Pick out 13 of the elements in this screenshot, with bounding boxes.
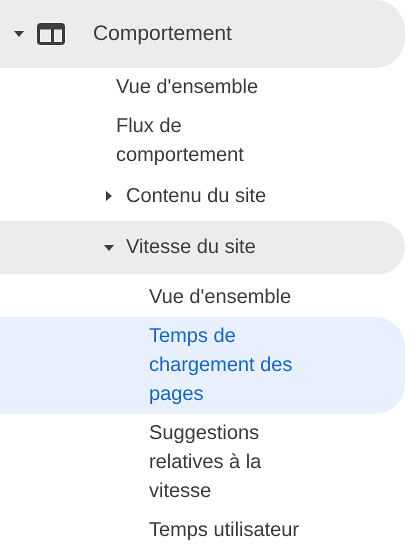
nav-item[interactable]: Vue d'ensemble	[0, 68, 405, 107]
nav-group[interactable]: Vitesse du site	[0, 221, 405, 274]
nav-item[interactable]: Temps utilisateur	[0, 511, 405, 550]
nav-item[interactable]: Flux de comportement	[0, 107, 405, 175]
nav-label: Vitesse du site	[126, 236, 256, 259]
nav-label: Contenu du site	[126, 184, 266, 208]
nav-group[interactable]: Contenu du site	[0, 175, 405, 217]
nav-item[interactable]: Vue d'ensemble	[0, 278, 405, 317]
nav-item[interactable]: Suggestions relatives à la vitesse	[0, 414, 405, 511]
nav-item[interactable]: Temps de chargement des pages	[0, 317, 405, 414]
window-icon	[37, 23, 65, 45]
nav-label: Comportement	[93, 22, 232, 46]
nav-section[interactable]: Comportement	[0, 0, 405, 68]
